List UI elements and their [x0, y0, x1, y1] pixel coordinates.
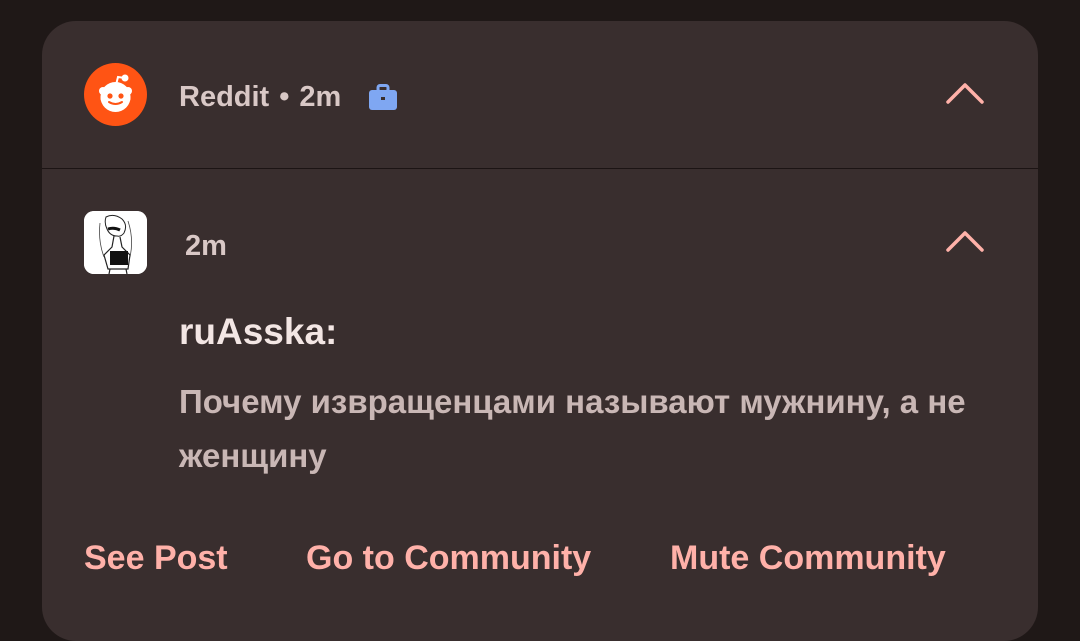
briefcase-icon [369, 84, 397, 110]
header-separator: • [279, 81, 290, 113]
go-to-community-button[interactable]: Go to Community [306, 535, 591, 581]
collapse-chevron-up-icon[interactable] [945, 81, 985, 105]
notification-header-text: Reddit • 2m [179, 77, 341, 117]
notification-card[interactable]: Reddit • 2m 2m ruAsska: Почему извращенцам… [42, 21, 1038, 641]
user-avatar [84, 211, 147, 274]
mute-community-button[interactable]: Mute Community [670, 535, 946, 581]
notification-header[interactable]: Reddit • 2m [42, 21, 1038, 169]
message-text: Почему извращенцами называют мужнину, а … [179, 383, 966, 474]
header-divider [42, 168, 1038, 169]
collapse-message-chevron-up-icon[interactable] [945, 229, 985, 253]
see-post-button[interactable]: See Post [84, 535, 228, 581]
app-name: Reddit [179, 81, 270, 113]
message-sender: ruAsska: [179, 311, 338, 352]
notification-time: 2m [299, 81, 342, 113]
reddit-logo-icon [84, 63, 147, 126]
message-time: 2m [185, 230, 227, 262]
